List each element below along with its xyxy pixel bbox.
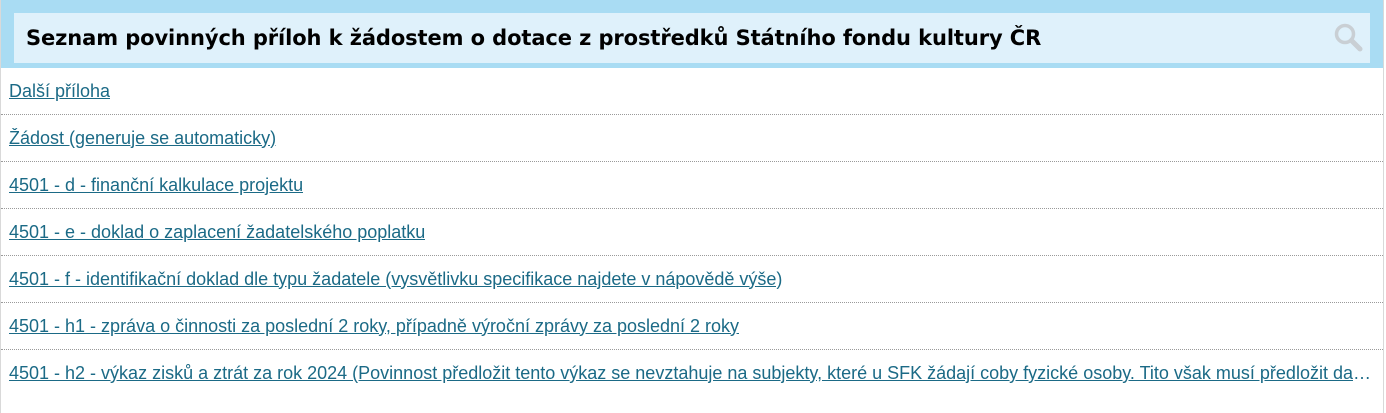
panel-header: Seznam povinných příloh k žádostem o dot… [1,0,1383,68]
panel-header-bar: Seznam povinných příloh k žádostem o dot… [14,13,1370,63]
list-item: Další příloha [1,68,1383,115]
attachment-link-dalsi-priloha[interactable]: Další příloha [9,81,110,102]
attachment-link-4501-f[interactable]: 4501 - f - identifikační doklad dle typu… [9,269,782,290]
list-item: 4501 - e - doklad o zaplacení žadatelské… [1,209,1383,256]
list-item: 4501 - h1 - zpráva o činnosti za posledn… [1,303,1383,350]
search-icon[interactable] [1332,21,1364,53]
list-item: Žádost (generuje se automaticky) [1,115,1383,162]
attachment-link-zadost[interactable]: Žádost (generuje se automaticky) [9,128,276,149]
list-item: 4501 - h2 - výkaz zisků a ztrát za rok 2… [1,350,1383,397]
list-item: 4501 - f - identifikační doklad dle typu… [1,256,1383,303]
panel-title: Seznam povinných příloh k žádostem o dot… [26,26,1042,50]
attachment-link-4501-d[interactable]: 4501 - d - finanční kalkulace projektu [9,175,303,196]
attachments-list: Další příloha Žádost (generuje se automa… [1,68,1383,397]
attachment-link-4501-e[interactable]: 4501 - e - doklad o zaplacení žadatelské… [9,222,425,243]
attachment-link-4501-h1[interactable]: 4501 - h1 - zpráva o činnosti za posledn… [9,316,739,337]
attachments-panel: Seznam povinných příloh k žádostem o dot… [0,0,1384,413]
attachment-link-4501-h2[interactable]: 4501 - h2 - výkaz zisků a ztrát za rok 2… [9,363,1371,384]
list-item: 4501 - d - finanční kalkulace projektu [1,162,1383,209]
